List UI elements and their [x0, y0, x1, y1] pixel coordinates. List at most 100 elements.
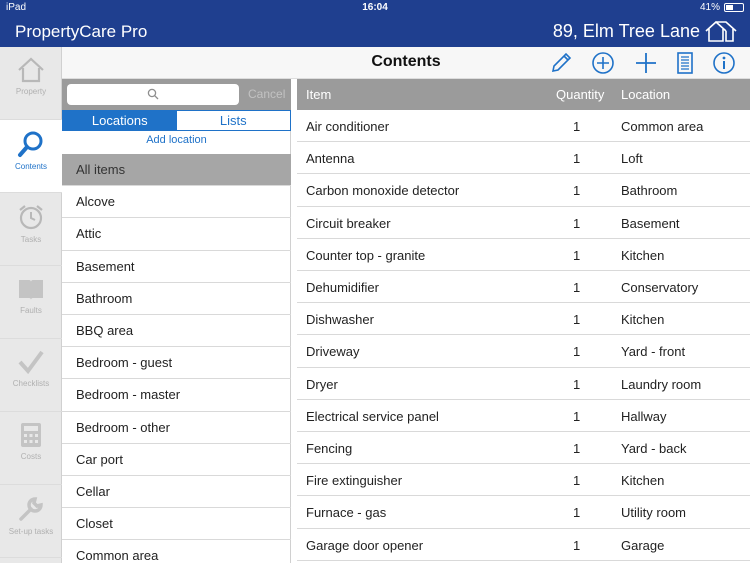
cell-item: Fencing — [306, 441, 353, 456]
pencil-icon[interactable] — [549, 51, 573, 75]
tab-label: Checklists — [12, 379, 50, 388]
table-row[interactable]: Dehumidifier 1 Conservatory — [297, 271, 750, 304]
cell-item: Circuit breaker — [306, 215, 391, 231]
table-row[interactable]: Dryer 1 Laundry room — [297, 368, 750, 400]
cell-quantity: 1 — [573, 215, 581, 231]
tab-tasks[interactable]: Tasks — [0, 193, 62, 266]
cell-location: Hallway — [621, 408, 667, 424]
property-address[interactable]: 89, Elm Tree Lane — [553, 21, 700, 42]
table-row[interactable]: Electrical service panel 1 Hallway — [297, 400, 750, 432]
battery-icon — [724, 3, 744, 12]
tab-checklists[interactable]: Checklists — [0, 339, 62, 412]
segment-locations[interactable]: Locations — [63, 111, 177, 130]
wrench-icon — [19, 497, 43, 521]
table-row[interactable]: Fencing 1 Yard - back — [297, 432, 750, 465]
contents-table: Item Quantity Location Air conditioner 1 C… — [297, 79, 750, 563]
add-location-link[interactable]: Add location — [62, 134, 291, 146]
table-row[interactable]: Antenna 1 Loft — [297, 142, 750, 175]
table-row[interactable]: Driveway 1 Yard - front — [297, 335, 750, 368]
cell-quantity: 1 — [573, 119, 581, 134]
app-title: PropertyCare Pro — [15, 22, 148, 41]
segmented-control: Locations Lists — [62, 110, 291, 131]
table-row[interactable]: Counter top - granite 1 Kitchen — [297, 239, 750, 271]
cancel-button[interactable]: Cancel — [248, 87, 285, 101]
location-item[interactable]: Basement — [62, 251, 291, 283]
tab-rail: Property Contents Tasks Faults Checklist… — [0, 47, 62, 563]
location-item[interactable]: Attic — [62, 218, 291, 251]
location-item[interactable]: Bedroom - guest — [62, 347, 291, 380]
alarm-clock-icon — [19, 205, 43, 230]
tab-label: Property — [15, 87, 47, 96]
cell-item: Counter top - granite — [306, 247, 426, 263]
location-list: All items Alcove Attic Basement Bathroom… — [62, 154, 291, 563]
cell-location: Basement — [621, 215, 680, 231]
column-header-quantity[interactable]: Quantity — [556, 87, 604, 102]
cell-item: Driveway — [306, 344, 360, 360]
cell-quantity: 1 — [573, 537, 581, 553]
location-item[interactable]: BBQ area — [62, 315, 291, 348]
tab-contents[interactable]: Contents — [0, 120, 62, 193]
location-item[interactable]: Bedroom - master — [62, 379, 291, 412]
tab-property[interactable]: Property — [0, 47, 62, 120]
battery-area: 41% — [700, 2, 744, 13]
cell-item: Dehumidifier — [306, 280, 379, 295]
cell-location: Yard - front — [621, 344, 686, 360]
tab-faults[interactable]: Faults — [0, 266, 62, 339]
location-item[interactable]: Alcove — [62, 186, 291, 219]
location-item[interactable]: Cellar — [62, 476, 291, 509]
search-bar: Cancel — [62, 79, 291, 110]
table-row[interactable]: Air conditioner 1 Common area — [297, 110, 750, 143]
cell-quantity: 1 — [573, 247, 581, 263]
cell-item: Furnace - gas — [306, 505, 387, 521]
cell-quantity: 1 — [573, 505, 581, 521]
location-item[interactable]: Closet — [62, 508, 291, 541]
column-header-item[interactable]: Item — [306, 87, 331, 102]
cell-quantity: 1 — [573, 312, 581, 328]
house-outline-icon[interactable] — [704, 19, 738, 43]
location-item[interactable]: Bedroom - other — [62, 412, 291, 444]
cell-quantity: 1 — [573, 183, 581, 199]
checkmark-icon — [18, 350, 44, 375]
cell-location: Conservatory — [621, 280, 699, 295]
location-item[interactable]: All items — [62, 154, 291, 187]
cell-location: Common area — [621, 119, 704, 134]
tab-label: Contents — [14, 162, 48, 171]
cell-item: Fire extinguisher — [306, 473, 403, 489]
cell-item: Garage door opener — [306, 537, 424, 553]
cell-location: Utility room — [621, 505, 687, 521]
cell-location: Bathroom — [621, 183, 678, 199]
table-row[interactable]: Furnace - gas 1 Utility room — [297, 496, 750, 529]
app-header: PropertyCare Pro 89, Elm Tree Lane — [0, 16, 750, 47]
table-row[interactable]: Carbon monoxide detector 1 Bathroom — [297, 174, 750, 207]
cell-quantity: 1 — [573, 473, 581, 489]
cell-quantity: 1 — [573, 344, 581, 360]
location-item[interactable]: Car port — [62, 444, 291, 476]
tab-costs[interactable]: Costs — [0, 412, 62, 485]
column-header-location[interactable]: Location — [621, 87, 670, 102]
book-icon — [19, 280, 43, 300]
search-icon — [147, 88, 159, 100]
tab-setup-tasks[interactable]: Set-up tasks — [0, 485, 62, 558]
location-item[interactable]: Common area — [62, 540, 291, 563]
segment-lists[interactable]: Lists — [176, 111, 290, 130]
battery-percent: 41% — [699, 2, 720, 13]
info-icon[interactable] — [712, 51, 736, 75]
cell-location: Kitchen — [621, 247, 665, 263]
cell-location: Kitchen — [621, 312, 665, 328]
cell-item: Dishwasher — [306, 312, 374, 328]
report-icon[interactable] — [673, 51, 697, 75]
add-circle-icon[interactable] — [591, 51, 615, 75]
house-icon — [18, 57, 44, 83]
cell-quantity: 1 — [573, 376, 581, 392]
plus-icon[interactable] — [634, 51, 658, 75]
cell-location: Yard - back — [621, 441, 687, 456]
cell-location: Kitchen — [621, 473, 665, 489]
table-row[interactable]: Dishwasher 1 Kitchen — [297, 303, 750, 336]
location-item[interactable]: Bathroom — [62, 283, 291, 315]
magnifier-icon — [18, 131, 43, 157]
search-input[interactable] — [67, 84, 239, 105]
table-row[interactable]: Fire extinguisher 1 Kitchen — [297, 464, 750, 497]
toolbar: Contents — [62, 47, 750, 79]
table-row[interactable]: Circuit breaker 1 Basement — [297, 207, 750, 239]
table-row[interactable]: Garage door opener 1 Garage — [297, 529, 750, 561]
